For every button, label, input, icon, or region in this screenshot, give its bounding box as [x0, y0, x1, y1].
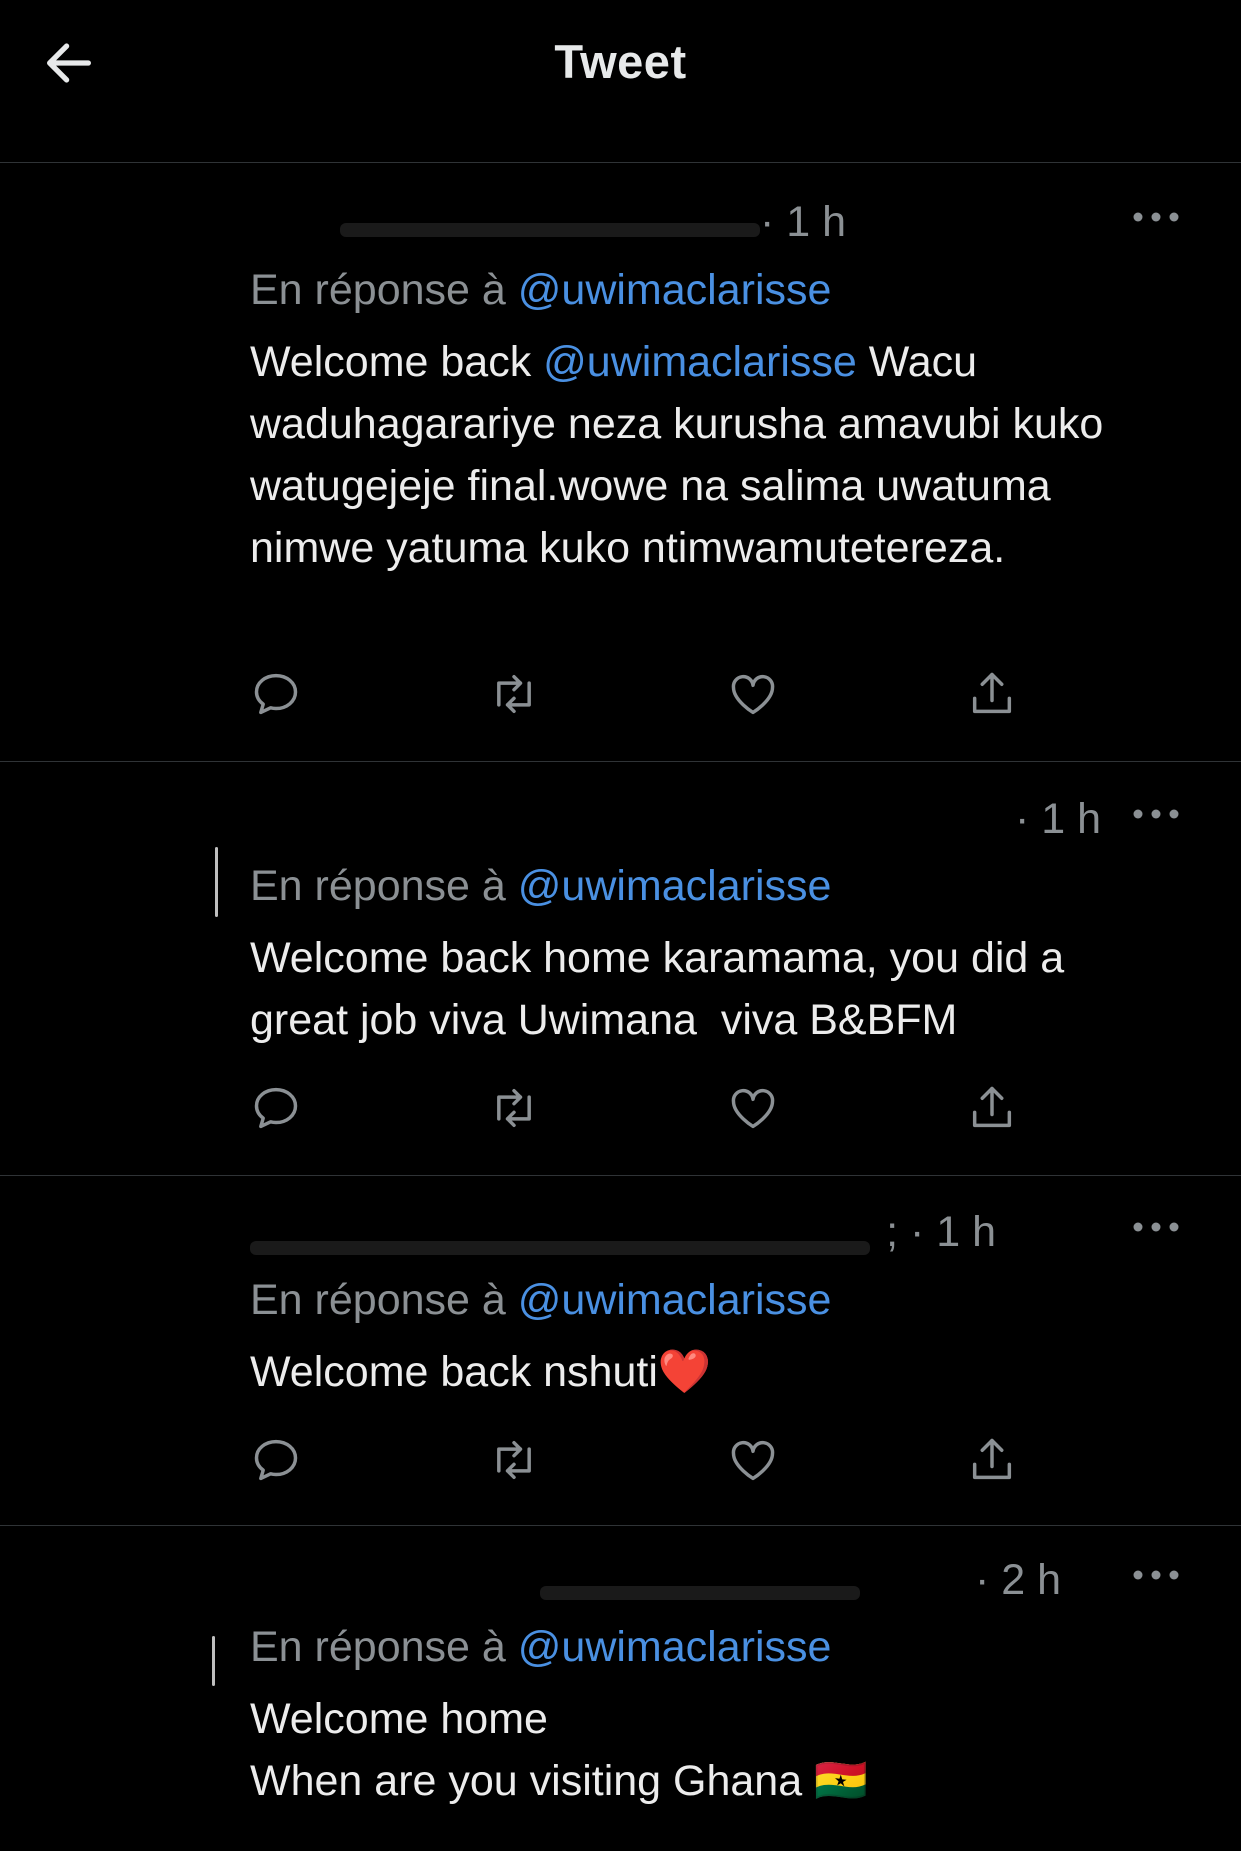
reply-prefix: En réponse à [250, 1276, 506, 1324]
reply-prefix: En réponse à [250, 266, 506, 314]
reply-button[interactable] [250, 1082, 306, 1138]
more-horizontal-icon [1133, 212, 1179, 222]
reply-tweet[interactable]: · 2 h En réponse à @uwimaclarisse Welcom… [0, 1526, 1241, 1851]
reply-icon [254, 1439, 298, 1481]
tweet-actions [250, 668, 1050, 724]
reply-handle-link[interactable]: @uwimaclarisse [518, 1276, 832, 1324]
share-button[interactable] [966, 668, 1022, 724]
tweet-actions [250, 1082, 1050, 1138]
tweet-text-part: Welcome back [250, 338, 544, 386]
reply-context: En réponse à @uwimaclarisse [250, 862, 831, 911]
heart-icon [731, 1440, 775, 1481]
share-button[interactable] [966, 1434, 1022, 1490]
mention-link[interactable]: @uwimaclarisse [543, 338, 857, 386]
reply-button[interactable] [250, 1434, 306, 1490]
heart-icon [731, 674, 775, 715]
reply-handle-link[interactable]: @uwimaclarisse [518, 1623, 832, 1671]
retweet-button[interactable] [488, 1434, 544, 1490]
reply-context: En réponse à @uwimaclarisse [250, 1623, 831, 1672]
share-icon [972, 1086, 1012, 1128]
reply-context: En réponse à @uwimaclarisse [250, 1276, 831, 1325]
reply-button[interactable] [250, 668, 306, 724]
retweet-icon [497, 1088, 531, 1128]
tweet-text: Welcome back home karamama, you did a gr… [250, 934, 1077, 1044]
redacted-author-name [540, 1586, 860, 1600]
avatar-edge [212, 1636, 215, 1686]
retweet-icon [497, 674, 531, 714]
tweet-text: Welcome back @uwimaclarisse Wacu waduhag… [250, 331, 1170, 579]
avatar-edge [215, 847, 218, 917]
heart-icon [731, 1088, 775, 1129]
page-title: Tweet [554, 35, 687, 88]
share-icon [972, 672, 1012, 714]
more-button[interactable] [1131, 198, 1201, 238]
more-button[interactable] [1131, 1208, 1201, 1248]
more-horizontal-icon [1133, 809, 1179, 819]
more-button[interactable] [1131, 795, 1201, 835]
tweet-timestamp: · 1 h [1014, 795, 1101, 843]
tweet-timestamp: · 1 h [759, 198, 846, 246]
tweet-timestamp: · 2 h [974, 1556, 1061, 1604]
more-horizontal-icon [1133, 1222, 1179, 1232]
reply-prefix: En réponse à [250, 862, 506, 910]
share-button[interactable] [966, 1082, 1022, 1138]
reply-handle-link[interactable]: @uwimaclarisse [518, 862, 832, 910]
more-horizontal-icon [1133, 1570, 1179, 1580]
reply-icon [254, 673, 298, 715]
like-button[interactable] [727, 668, 783, 724]
like-button[interactable] [727, 1434, 783, 1490]
reply-tweet[interactable]: · 1 h En réponse à @uwimaclarisse Welcom… [0, 762, 1241, 1176]
top-bar: Tweet [0, 0, 1241, 163]
tweet-text: Welcome home When are you visiting Ghana… [250, 1695, 868, 1805]
more-button[interactable] [1131, 1556, 1201, 1596]
retweet-button[interactable] [488, 1082, 544, 1138]
reply-icon [254, 1087, 298, 1129]
reply-tweet[interactable]: ; · 1 h En réponse à @uwimaclarisse Welc… [0, 1176, 1241, 1526]
retweet-icon [497, 1440, 531, 1480]
share-icon [972, 1438, 1012, 1480]
reply-context: En réponse à @uwimaclarisse [250, 266, 831, 315]
like-button[interactable] [727, 1082, 783, 1138]
reply-prefix: En réponse à [250, 1623, 506, 1671]
retweet-button[interactable] [488, 668, 544, 724]
reply-handle-link[interactable]: @uwimaclarisse [518, 266, 832, 314]
tweet-actions [250, 1434, 1050, 1490]
tweet-text: Welcome back nshuti❤️ [250, 1348, 712, 1396]
tweet-timestamp: ; · 1 h [886, 1208, 996, 1256]
redacted-author-name [250, 1241, 870, 1255]
redacted-author-name [340, 223, 760, 237]
reply-tweet[interactable]: · 1 h En réponse à @uwimaclarisse Welcom… [0, 163, 1241, 762]
